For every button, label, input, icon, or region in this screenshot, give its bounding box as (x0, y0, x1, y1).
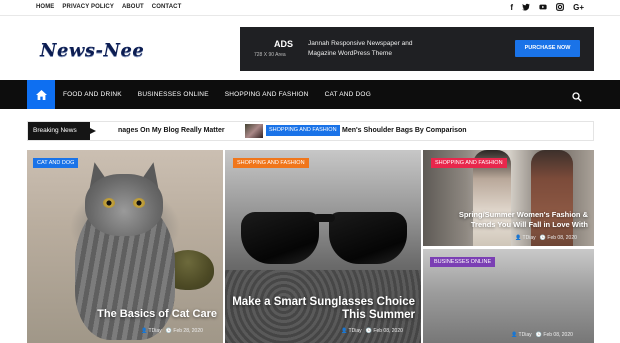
post-meta: 👤 TDiay 🕓 Feb 08, 2020 (511, 332, 573, 338)
post-category-badge[interactable]: SHOPPING AND FASHION (431, 158, 507, 168)
post-title[interactable]: Spring/Summer Women's Fashion & Trends Y… (433, 210, 588, 230)
search-icon (572, 92, 582, 102)
youtube-icon[interactable] (539, 3, 547, 13)
ticker-category-badge[interactable]: SHOPPING AND FASHION (266, 125, 340, 136)
social-links: f G+ (510, 3, 584, 13)
clock-icon: 🕓 (535, 332, 543, 338)
post-date: Feb 08, 2020 (547, 235, 577, 241)
ticker-thumbnail[interactable] (245, 124, 263, 138)
post-card-sunglasses[interactable]: SHOPPING AND FASHION Make a Smart Sungla… (225, 150, 421, 343)
nav-item-cat-and-dog[interactable]: CAT AND DOG (325, 91, 371, 98)
breaking-news-ticker: Breaking News nages On My Blog Really Ma… (27, 121, 594, 141)
top-link-home[interactable]: HOME (36, 4, 54, 10)
post-date: Feb 08, 2020 (373, 328, 403, 334)
top-links: HOME PRIVACY POLICY ABOUT CONTACT (36, 4, 181, 10)
clock-icon: 🕓 (539, 235, 547, 241)
nav-items: FOOD AND DRINK BUSINESSES ONLINE SHOPPIN… (63, 80, 371, 109)
ad-text: Jannah Responsive Newspaper and Magazine… (308, 40, 413, 57)
main-nav: FOOD AND DRINK BUSINESSES ONLINE SHOPPIN… (0, 80, 620, 109)
post-category-badge[interactable]: SHOPPING AND FASHION (233, 158, 309, 168)
post-card-womens-fashion[interactable]: SHOPPING AND FASHION Spring/Summer Women… (423, 150, 594, 246)
top-link-contact[interactable]: CONTACT (152, 4, 182, 10)
ad-label: ADS (274, 39, 294, 49)
nav-item-shopping-and-fashion[interactable]: SHOPPING AND FASHION (225, 91, 309, 98)
post-date: Feb 28, 2020 (173, 328, 203, 334)
post-meta: 👤 TDiay 🕓 Feb 28, 2020 (141, 328, 203, 334)
breaking-news-label: Breaking News (28, 122, 96, 140)
clock-icon: 🕓 (165, 328, 173, 334)
clock-icon: 🕓 (365, 328, 373, 334)
author-icon: 👤 (515, 235, 522, 241)
top-link-privacy-policy[interactable]: PRIVACY POLICY (62, 4, 114, 10)
ad-size: 728 X 90 Area (254, 52, 286, 58)
post-category-badge[interactable]: CAT AND DOG (33, 158, 79, 168)
post-author[interactable]: TDiay (523, 235, 536, 241)
post-card-businesses-online[interactable]: BUSINESSES ONLINE 👤 TDiay 🕓 Feb 08, 2020 (423, 249, 594, 343)
site-logo[interactable]: News-Nee (40, 40, 144, 61)
twitter-icon[interactable] (522, 3, 531, 13)
post-title[interactable]: The Basics of Cat Care (97, 308, 217, 320)
search-button[interactable] (572, 89, 582, 102)
post-meta: 👤 TDiay 🕓 Feb 08, 2020 (341, 328, 403, 334)
author-icon: 👤 (141, 328, 148, 334)
facebook-icon[interactable]: f (510, 3, 513, 13)
ticker-item[interactable]: Men's Shoulder Bags By Comparison (342, 122, 467, 140)
top-bar: HOME PRIVACY POLICY ABOUT CONTACT f G+ (0, 0, 620, 16)
ticker-item[interactable]: nages On My Blog Really Matter (118, 122, 225, 140)
author-icon: 👤 (341, 328, 348, 334)
post-author[interactable]: TDiay (149, 328, 162, 334)
post-title[interactable]: Make a Smart Sunglasses Choice This Summ… (231, 296, 415, 322)
home-button[interactable] (27, 80, 55, 109)
post-card-cat-care[interactable]: CAT AND DOG The Basics of Cat Care 👤 TDi… (27, 150, 223, 343)
top-link-about[interactable]: ABOUT (122, 4, 144, 10)
purchase-now-button[interactable]: PURCHASE NOW (515, 40, 580, 57)
ad-banner[interactable]: ADS 728 X 90 Area Jannah Responsive News… (240, 27, 594, 71)
nav-item-businesses-online[interactable]: BUSINESSES ONLINE (138, 91, 209, 98)
post-author[interactable]: TDiay (349, 328, 362, 334)
post-date: Feb 08, 2020 (543, 332, 573, 338)
post-meta: 👤 TDiay 🕓 Feb 08, 2020 (515, 235, 577, 241)
google-plus-icon[interactable]: G+ (573, 3, 584, 13)
post-category-badge[interactable]: BUSINESSES ONLINE (430, 257, 496, 267)
author-icon: 👤 (511, 332, 518, 338)
instagram-icon[interactable] (556, 3, 565, 13)
post-author[interactable]: TDiay (519, 332, 532, 338)
home-icon (35, 89, 47, 100)
nav-item-food-and-drink[interactable]: FOOD AND DRINK (63, 91, 122, 98)
